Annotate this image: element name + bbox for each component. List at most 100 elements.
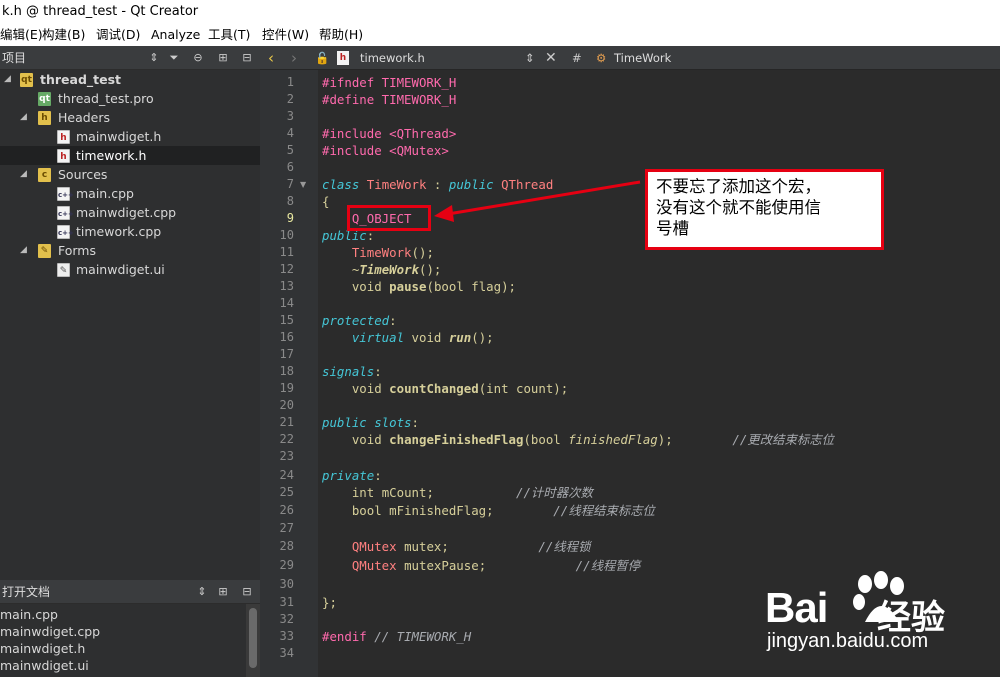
line-number: 25 (279, 485, 294, 499)
open-documents-header: 打开文档 ⇕ ⊞ ⊟ (0, 580, 260, 604)
split-icon[interactable]: ⊞ (214, 46, 232, 70)
line-number-gutter: 1 2 3 4 5 6 7 8 9 10 11 12 13 14 15 16 17 18 19 20 21 22 23 24 2… (260, 70, 318, 677)
projects-panel: 项目 ⇕ ⏷ ⊖ ⊞ ⊟ ◢ qt thread_test qt thread_… (0, 46, 260, 677)
dropdown-arrows-icon[interactable]: ⇕ (525, 46, 535, 70)
sources-folder-icon: c (38, 168, 51, 182)
line-number: 21 (279, 415, 294, 429)
tree-item-file[interactable]: c++ main.cpp (0, 184, 260, 203)
symbol-selector[interactable]: TimeWork (614, 46, 671, 70)
project-tree: ◢ qt thread_test qt thread_test.pro ◢ h … (0, 70, 260, 600)
menu-tools[interactable]: 工具(T) (208, 24, 250, 46)
open-doc-item[interactable]: mainwdiget.h (0, 640, 85, 657)
line-number: 1 (286, 75, 294, 89)
line-number: 30 (279, 577, 294, 591)
menu-widgets[interactable]: 控件(W) (262, 24, 309, 46)
tree-item-label: main.cpp (76, 186, 134, 201)
line-number: 26 (279, 503, 294, 517)
project-folder-icon: qt (20, 73, 33, 87)
menu-bar: 编辑(E) 构建(B) 调试(D) Analyze 工具(T) 控件(W) 帮助… (0, 24, 1000, 46)
highlight-box (347, 205, 431, 231)
line-number: 9 (286, 211, 294, 225)
tree-item-label: Headers (58, 110, 111, 125)
tree-item-pro-file[interactable]: qt thread_test.pro (0, 89, 260, 108)
tree-item-label: mainwdiget.cpp (76, 205, 177, 220)
cpp-file-icon: c++ (57, 206, 74, 220)
line-number: 6 (286, 160, 294, 174)
hash-icon: # (572, 51, 582, 65)
annotation-callout: 不要忘了添加这个宏， 没有这个就不能使用信 号槽 (645, 169, 884, 250)
menu-analyze[interactable]: Analyze (151, 24, 200, 46)
collapse-arrow-icon[interactable]: ◢ (4, 70, 16, 89)
watermark-brand: Bai (765, 584, 828, 631)
line-number: 23 (279, 449, 294, 463)
filter-icon[interactable]: ⏷ (165, 46, 183, 70)
lock-icon: 🔓 (315, 51, 330, 65)
tree-item-file[interactable]: c++ mainwdiget.cpp (0, 203, 260, 222)
forward-arrow-icon[interactable]: › (291, 46, 297, 70)
tree-item-label: thread_test (40, 72, 122, 87)
menu-build[interactable]: 构建(B) (42, 24, 85, 46)
tree-item-sources[interactable]: ◢ c Sources (0, 165, 260, 184)
document-selector[interactable]: timework.h (360, 46, 425, 70)
open-doc-item[interactable]: main.cpp (0, 606, 58, 623)
tree-item-label: thread_test.pro (58, 91, 154, 106)
menu-help[interactable]: 帮助(H) (319, 24, 363, 46)
projects-header: 项目 ⇕ ⏷ ⊖ ⊞ ⊟ (0, 46, 260, 70)
line-number: 22 (279, 432, 294, 446)
pro-file-icon: qt (38, 92, 51, 106)
collapse-arrow-icon[interactable]: ◢ (20, 108, 32, 127)
baidu-watermark: Bai 经验 jingyan.baidu.com (765, 568, 1000, 668)
fold-arrow-icon[interactable]: ▼ (300, 180, 306, 189)
link-icon[interactable]: ⊖ (189, 46, 207, 70)
split-icon[interactable]: ⊞ (214, 580, 232, 604)
tree-item-file[interactable]: ✎ mainwdiget.ui (0, 260, 260, 279)
watermark-url: jingyan.baidu.com (767, 630, 929, 652)
close-document-icon[interactable]: ✕ (545, 46, 557, 70)
line-number: 24 (279, 468, 294, 482)
close-pane-icon[interactable]: ⊟ (238, 580, 256, 604)
line-number: 29 (279, 558, 294, 572)
line-number: 10 (279, 228, 294, 242)
open-doc-item[interactable]: mainwdiget.ui (0, 657, 89, 674)
projects-title: 项目 (2, 51, 27, 65)
close-pane-icon[interactable]: ⊟ (238, 46, 256, 70)
editor-toolbar: ‹ › 🔓 h timework.h ⇕ ✕ # ⚙ TimeWork (260, 46, 1000, 70)
header-file-icon: h (57, 130, 70, 144)
tree-item-label: Sources (58, 167, 108, 182)
line-number: 13 (279, 279, 294, 293)
line-number: 15 (279, 313, 294, 327)
window-title: k.h @ thread_test - Qt Creator (0, 0, 1000, 24)
header-file-icon: h (337, 51, 349, 65)
tree-item-file[interactable]: h mainwdiget.h (0, 127, 260, 146)
cpp-file-icon: c++ (57, 225, 74, 239)
tree-item-label: mainwdiget.ui (76, 262, 165, 277)
open-docs-scroll-thumb[interactable] (249, 608, 257, 668)
line-number: 34 (279, 646, 294, 660)
tree-item-headers[interactable]: ◢ h Headers (0, 108, 260, 127)
tree-item-project[interactable]: ◢ qt thread_test (0, 70, 260, 89)
tree-item-label: timework.cpp (76, 224, 162, 239)
line-number: 32 (279, 612, 294, 626)
tree-item-file[interactable]: c++ timework.cpp (0, 222, 260, 241)
tree-item-label: Forms (58, 243, 97, 258)
line-number: 11 (279, 245, 294, 259)
menu-debug[interactable]: 调试(D) (96, 24, 140, 46)
menu-edit[interactable]: 编辑(E) (0, 24, 43, 46)
line-number: 18 (279, 364, 294, 378)
tree-item-label: timework.h (76, 148, 147, 163)
line-number: 8 (286, 194, 294, 208)
class-symbol-icon: ⚙ (596, 51, 607, 65)
open-documents-panel: 打开文档 ⇕ ⊞ ⊟ main.cpp mainwdiget.cpp mainw… (0, 580, 260, 677)
line-number: 28 (279, 539, 294, 553)
back-arrow-icon[interactable]: ‹ (268, 46, 274, 70)
ui-file-icon: ✎ (57, 263, 70, 277)
view-selector-icon[interactable]: ⇕ (193, 580, 211, 604)
tree-item-file-selected[interactable]: h timework.h (0, 146, 260, 165)
view-selector-icon[interactable]: ⇕ (145, 46, 163, 70)
collapse-arrow-icon[interactable]: ◢ (20, 241, 32, 260)
open-doc-item[interactable]: mainwdiget.cpp (0, 623, 100, 640)
collapse-arrow-icon[interactable]: ◢ (20, 165, 32, 184)
line-number: 27 (279, 521, 294, 535)
forms-folder-icon: ✎ (38, 244, 51, 258)
tree-item-forms[interactable]: ◢ ✎ Forms (0, 241, 260, 260)
